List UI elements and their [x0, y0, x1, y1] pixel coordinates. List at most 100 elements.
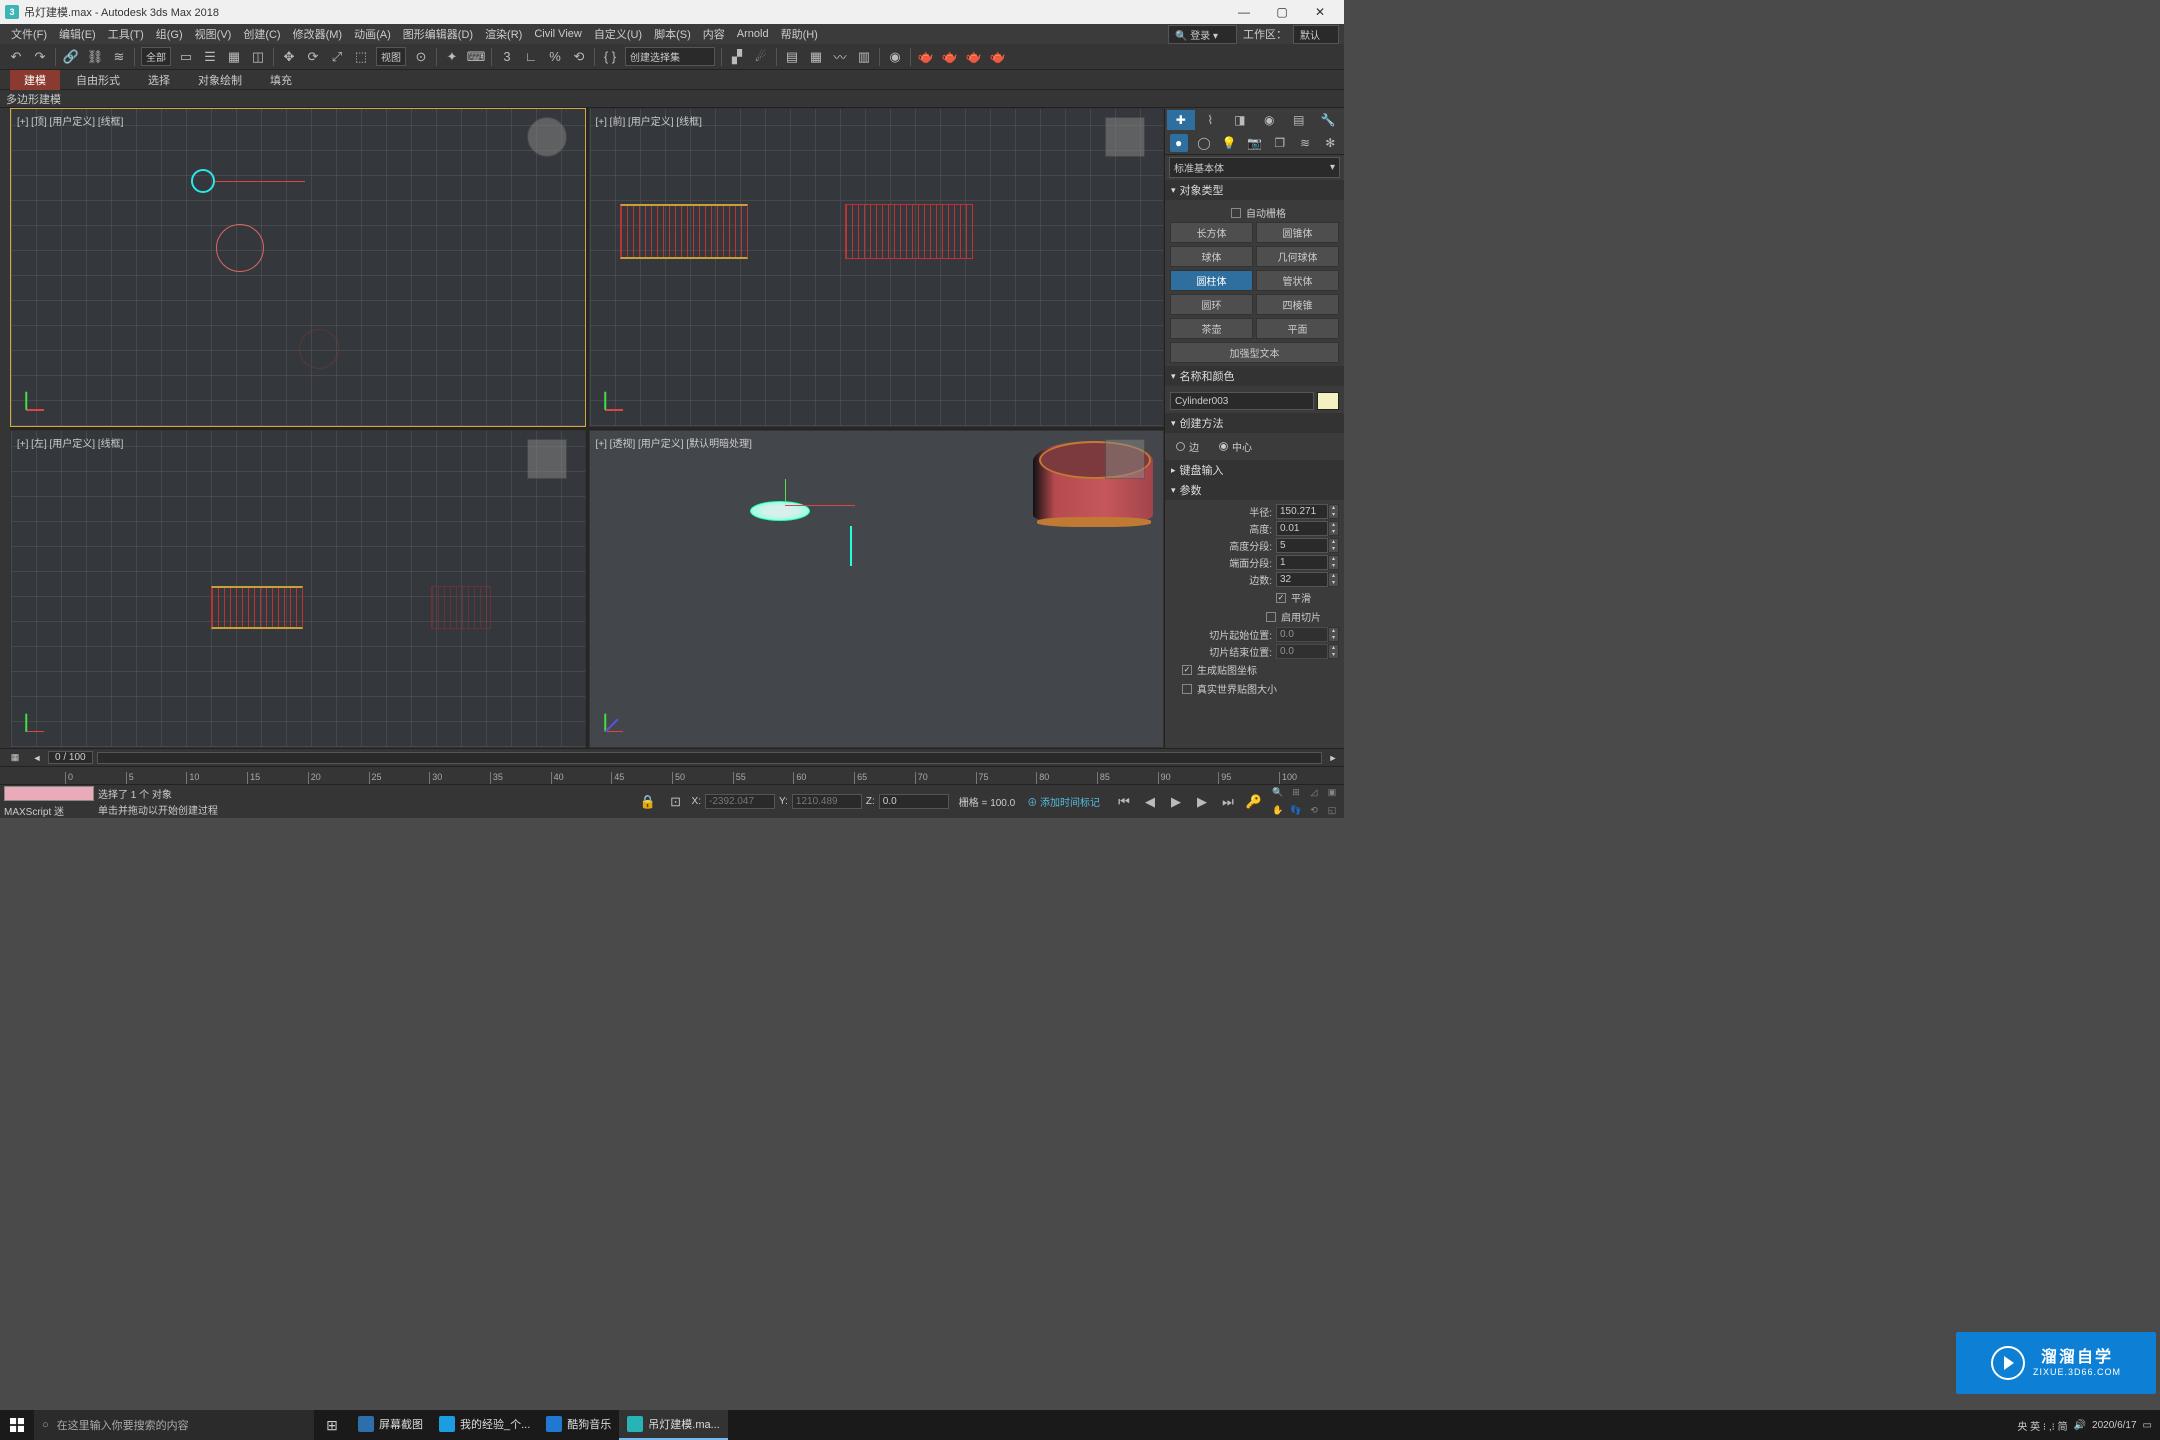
- time-position[interactable]: 0 / 100: [48, 751, 93, 764]
- menu-civilview[interactable]: Civil View: [528, 28, 587, 40]
- cap-segs-spinner[interactable]: [1276, 555, 1328, 570]
- track-next[interactable]: ►: [1326, 751, 1340, 765]
- add-time-tag[interactable]: ⊕ 添加时间标记: [1027, 794, 1100, 809]
- shapes-subtab[interactable]: ◯: [1195, 134, 1213, 152]
- menu-group[interactable]: 组(G): [150, 26, 189, 42]
- coord-y[interactable]: 1210.489: [792, 794, 862, 809]
- gen-mapping-checkbox[interactable]: [1182, 665, 1192, 675]
- tray-notifications-icon[interactable]: ▭: [2143, 1420, 2152, 1431]
- menu-help[interactable]: 帮助(H): [775, 26, 824, 42]
- menu-modifiers[interactable]: 修改器(M): [287, 26, 349, 42]
- max-toggle-icon[interactable]: ◱: [1324, 803, 1340, 819]
- taskbar-app-3dsmax[interactable]: 吊灯建模.ma...: [619, 1410, 728, 1440]
- cameras-subtab[interactable]: 📷: [1245, 134, 1263, 152]
- viewcube-icon[interactable]: [1105, 439, 1145, 479]
- cap-segs-arrows[interactable]: ▴▾: [1328, 555, 1339, 570]
- start-button[interactable]: [0, 1410, 34, 1440]
- pivot-button[interactable]: ⊙: [410, 46, 432, 68]
- material-editor-button[interactable]: ◉: [884, 46, 906, 68]
- orbit-icon[interactable]: ⟲: [1306, 803, 1322, 819]
- motion-tab[interactable]: ◉: [1256, 110, 1284, 130]
- redo-button[interactable]: ↷: [29, 46, 51, 68]
- height-spinner-arrows[interactable]: ▴▾: [1328, 521, 1339, 536]
- height-segs-arrows[interactable]: ▴▾: [1328, 538, 1339, 553]
- select-name-button[interactable]: ☰: [199, 46, 221, 68]
- coord-x[interactable]: -2392.047: [705, 794, 775, 809]
- keyboard-entry-rollout[interactable]: 键盘输入: [1165, 460, 1344, 480]
- edge-radio[interactable]: 边: [1176, 439, 1199, 454]
- cone-button[interactable]: 圆锥体: [1256, 222, 1339, 243]
- menu-rendering[interactable]: 渲染(R): [479, 26, 528, 42]
- height-segs-spinner[interactable]: [1276, 538, 1328, 553]
- teapot-button[interactable]: 茶壶: [1170, 318, 1253, 339]
- lock-selection-icon[interactable]: 🔒: [637, 791, 659, 813]
- scale-button[interactable]: ⤢: [326, 46, 348, 68]
- tube-button[interactable]: 管状体: [1256, 270, 1339, 291]
- task-view-icon[interactable]: ⊞: [314, 1410, 350, 1440]
- viewport-front-label[interactable]: [+] [前] [用户定义] [线框]: [596, 113, 702, 128]
- named-selection-dropdown[interactable]: 创建选择集: [625, 47, 715, 66]
- name-color-rollout[interactable]: 名称和颜色: [1165, 366, 1344, 386]
- maxscript-listener[interactable]: [4, 786, 94, 801]
- track-prev[interactable]: ◄: [30, 751, 44, 765]
- viewport-left-label[interactable]: [+] [左] [用户定义] [线框]: [17, 435, 123, 450]
- viewcube-icon[interactable]: [1105, 117, 1145, 157]
- render-production-button[interactable]: 🫖: [963, 46, 985, 68]
- fov-icon[interactable]: ◿: [1306, 785, 1322, 801]
- key-mode-button[interactable]: 🔑: [1243, 791, 1265, 813]
- prev-frame-button[interactable]: ◀: [1139, 791, 1161, 813]
- keyboard-shortcut-button[interactable]: ⌨: [465, 46, 487, 68]
- move-button[interactable]: ✥: [278, 46, 300, 68]
- undo-button[interactable]: ↶: [5, 46, 27, 68]
- menu-content[interactable]: 内容: [697, 26, 731, 42]
- select-rect-button[interactable]: ▦: [223, 46, 245, 68]
- render-frame-button[interactable]: 🫖: [939, 46, 961, 68]
- walk-icon[interactable]: 👣: [1288, 803, 1304, 819]
- object-name-input[interactable]: [1170, 392, 1314, 410]
- ribbon-tab-populate[interactable]: 填充: [256, 70, 306, 90]
- time-slider[interactable]: [97, 752, 1322, 764]
- placement-button[interactable]: ⬚: [350, 46, 372, 68]
- bind-spacewarp-button[interactable]: ≋: [108, 46, 130, 68]
- display-tab[interactable]: ▤: [1285, 110, 1313, 130]
- menu-create[interactable]: 创建(C): [237, 26, 286, 42]
- modify-tab[interactable]: ⌇: [1197, 110, 1225, 130]
- viewport-persp-label[interactable]: [+] [透视] [用户定义] [默认明暗处理]: [596, 435, 752, 450]
- taskbar-search[interactable]: ○ 在这里输入你要搜索的内容: [34, 1410, 314, 1440]
- torus-button[interactable]: 圆环: [1170, 294, 1253, 315]
- zoom-icon[interactable]: 🔍: [1270, 785, 1286, 801]
- center-radio[interactable]: 中心: [1219, 439, 1252, 454]
- plane-button[interactable]: 平面: [1256, 318, 1339, 339]
- render-iterative-button[interactable]: 🫖: [987, 46, 1009, 68]
- spinner-snap-button[interactable]: ⟲: [568, 46, 590, 68]
- hierarchy-tab[interactable]: ◨: [1226, 110, 1254, 130]
- realworld-checkbox[interactable]: [1182, 684, 1192, 694]
- creation-method-rollout[interactable]: 创建方法: [1165, 413, 1344, 433]
- height-spinner[interactable]: [1276, 521, 1328, 536]
- close-button[interactable]: ✕: [1301, 0, 1339, 24]
- box-button[interactable]: 长方体: [1170, 222, 1253, 243]
- menu-script[interactable]: 脚本(S): [648, 26, 697, 42]
- geometry-subtab[interactable]: ●: [1170, 134, 1188, 152]
- time-ruler[interactable]: 0510152025303540455055606570758085909510…: [0, 766, 1344, 784]
- named-selection-button[interactable]: { }: [599, 46, 621, 68]
- system-tray[interactable]: 央 英 ⁝ ,⁝ 简 🔊 2020/6/17 ▭: [2009, 1418, 2160, 1433]
- viewport-front[interactable]: [+] [前] [用户定义] [线框]: [589, 108, 1165, 427]
- menu-arnold[interactable]: Arnold: [731, 28, 775, 40]
- minimize-button[interactable]: —: [1225, 0, 1263, 24]
- next-frame-button[interactable]: ▶: [1191, 791, 1213, 813]
- sides-arrows[interactable]: ▴▾: [1328, 572, 1339, 587]
- workspace-dropdown[interactable]: 默认: [1293, 25, 1339, 44]
- mirror-button[interactable]: ▞: [726, 46, 748, 68]
- taskbar-app-baidu[interactable]: 我的经验_个...: [431, 1410, 538, 1440]
- viewport-top-label[interactable]: [+] [顶] [用户定义] [线框]: [17, 113, 123, 128]
- goto-start-button[interactable]: ⏮: [1113, 791, 1135, 813]
- manipulate-button[interactable]: ✦: [441, 46, 463, 68]
- lights-subtab[interactable]: 💡: [1220, 134, 1238, 152]
- percent-snap-button[interactable]: %: [544, 46, 566, 68]
- align-button[interactable]: ☄: [750, 46, 772, 68]
- render-setup-button[interactable]: 🫖: [915, 46, 937, 68]
- pyramid-button[interactable]: 四棱锥: [1256, 294, 1339, 315]
- radius-spinner-arrows[interactable]: ▴▾: [1328, 504, 1339, 519]
- viewcube-icon[interactable]: [527, 117, 567, 157]
